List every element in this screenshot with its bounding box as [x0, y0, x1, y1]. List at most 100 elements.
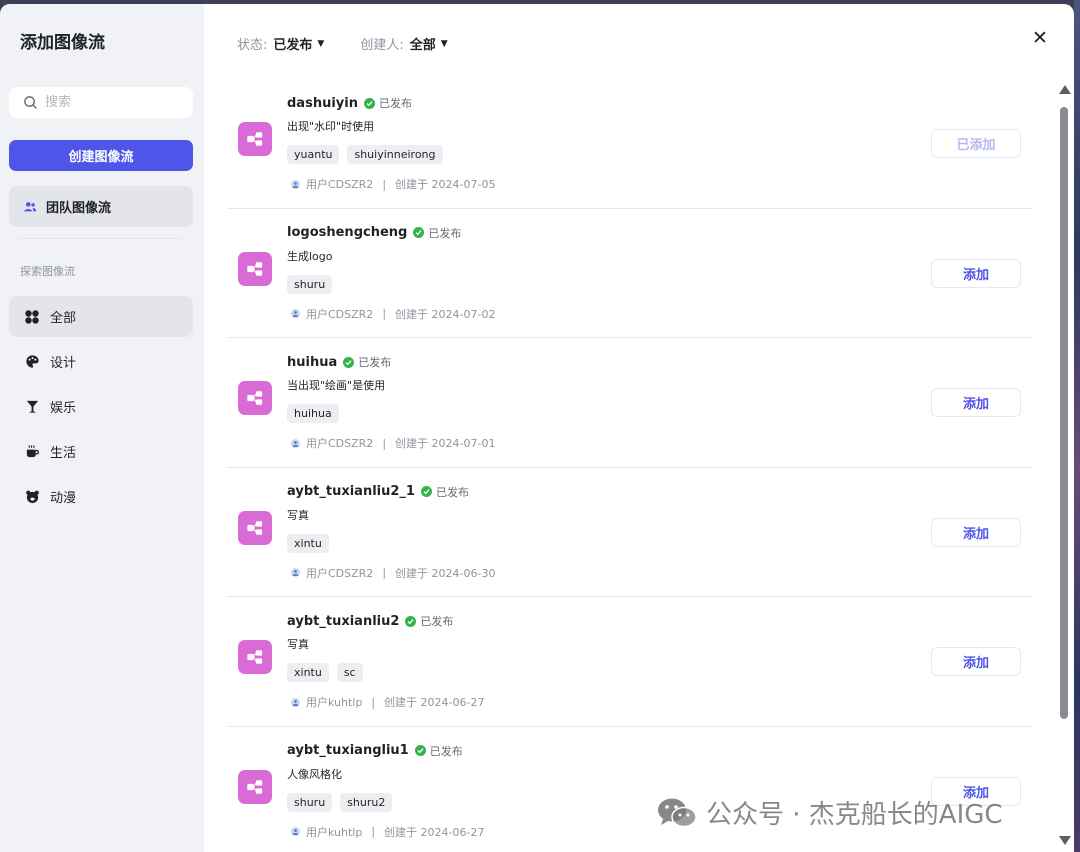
- flow-meta: 用户CDSZR2 | 创建于 2024-07-01: [291, 435, 495, 451]
- flow-meta: 用户CDSZR2 | 创建于 2024-07-02: [291, 306, 495, 322]
- sidebar-item-life[interactable]: 生活: [9, 431, 193, 472]
- creator-filter-value: 全部: [409, 38, 436, 53]
- flow-description: 出现"水印"时使用: [287, 120, 375, 133]
- flow-name-row: huihua 已发布: [287, 354, 391, 370]
- published-status: 已发布: [343, 354, 391, 370]
- add-button[interactable]: 添加: [931, 388, 1021, 417]
- tag: huihua: [287, 404, 339, 423]
- check-circle-icon: [413, 227, 425, 238]
- category-label: 娱乐: [50, 401, 77, 416]
- meta-separator: |: [382, 436, 387, 450]
- flow-description: 生成logo: [287, 249, 333, 263]
- tag: sc: [336, 663, 363, 682]
- flow-name-row: aybt_tuxiangliu1 已发布: [287, 743, 463, 759]
- created-date: 创建于 2024-07-02: [395, 307, 496, 321]
- caret-down-icon: ▼: [440, 38, 448, 49]
- team-flows-label: 团队图像流: [46, 201, 112, 216]
- search-box[interactable]: [9, 87, 193, 118]
- add-button[interactable]: 添加: [931, 258, 1021, 288]
- sidebar-item-design[interactable]: 设计: [9, 341, 193, 382]
- meta-separator: |: [382, 566, 387, 579]
- sidebar-divider: [20, 238, 182, 239]
- sidebar-item-entertainment[interactable]: 娱乐: [9, 386, 193, 427]
- published-status: 已发布: [363, 95, 412, 111]
- added-button[interactable]: 已添加: [931, 129, 1021, 158]
- watermark: 公众号 · 杰克船长的AIGC: [656, 794, 1003, 831]
- dialog-title: 添加图像流: [20, 33, 105, 53]
- flow-name: dashuiyin: [287, 95, 358, 111]
- flow-name: huihua: [287, 354, 338, 370]
- published-status: 已发布: [414, 743, 463, 759]
- check-circle-icon: [420, 486, 432, 497]
- status-text: 已发布: [420, 615, 454, 628]
- creator-name: 用户kuhtlp: [306, 825, 363, 839]
- check-circle-icon: [414, 745, 426, 756]
- filter-bar: 状态: 已发布 ▼ 创建人: 全部 ▼: [237, 34, 484, 53]
- meta-separator: |: [382, 307, 387, 320]
- tag-list: xintu sc: [287, 663, 371, 682]
- image-flow-icon: [238, 769, 272, 804]
- flow-name-row: aybt_tuxianliu2 已发布: [287, 613, 453, 629]
- tag: shuru: [287, 792, 333, 812]
- palette-icon: [24, 354, 40, 370]
- tag-list: xintu: [287, 533, 337, 553]
- grid-icon: [24, 309, 40, 325]
- image-flow-icon: [238, 251, 272, 286]
- flow-list-item: dashuiyin 已发布 出现"水印"时使用 yuantu shuiyinnei…: [227, 79, 1033, 209]
- flow-description: 写真: [287, 638, 309, 651]
- scroll-up-arrow-icon[interactable]: [1059, 85, 1071, 94]
- image-flow-list: dashuiyin 已发布 出现"水印"时使用 yuantu shuiyinnei…: [227, 79, 1033, 852]
- flow-list-item: aybt_tuxiangliu1 已发布 人像风格化 shuru shuru2 用…: [227, 727, 1033, 852]
- add-image-flow-dialog: 添加图像流 创建图像流 团队图像流 探索图像流: [0, 4, 1074, 852]
- flow-list-item: aybt_tuxianliu2 已发布 写真 xintu sc 用户kuhtlp …: [227, 597, 1033, 727]
- creator-filter-label: 创建人:: [360, 38, 404, 53]
- search-icon: [24, 96, 37, 109]
- creator-filter-dropdown[interactable]: 创建人: 全部 ▼: [360, 34, 447, 53]
- created-date: 创建于 2024-06-27: [384, 825, 485, 839]
- tag-list: huihua: [287, 404, 347, 423]
- published-status: 已发布: [413, 225, 461, 241]
- tag: xintu: [287, 533, 329, 553]
- add-button[interactable]: 添加: [931, 517, 1021, 547]
- creator-name: 用户CDSZR2: [306, 566, 374, 580]
- created-date: 创建于 2024-06-30: [395, 566, 496, 580]
- scroll-down-arrow-icon[interactable]: [1059, 836, 1071, 845]
- tag: shuiyinneirong: [347, 145, 443, 164]
- status-filter-label: 状态:: [237, 38, 268, 53]
- flow-description: 人像风格化: [287, 767, 342, 781]
- flow-name: aybt_tuxianliu2_1: [287, 484, 415, 499]
- create-image-flow-button[interactable]: 创建图像流: [9, 140, 193, 171]
- close-icon[interactable]: ✕: [1030, 27, 1050, 49]
- sidebar-item-anime[interactable]: 动漫: [9, 476, 193, 517]
- image-flow-icon: [238, 510, 272, 545]
- flow-name: logoshengcheng: [287, 225, 408, 240]
- caret-down-icon: ▼: [317, 38, 325, 49]
- sidebar-item-team-flows[interactable]: 团队图像流: [9, 186, 193, 227]
- scrollbar-thumb[interactable]: [1060, 107, 1068, 719]
- creator-name: 用户CDSZR2: [306, 178, 374, 191]
- tag-list: yuantu shuiyinneirong: [287, 145, 451, 164]
- status-filter-value: 已发布: [273, 38, 313, 53]
- add-button[interactable]: 添加: [931, 647, 1021, 676]
- status-text: 已发布: [428, 226, 462, 240]
- category-label: 全部: [50, 311, 77, 326]
- tag: xintu: [287, 663, 329, 682]
- scrollbar[interactable]: [1057, 79, 1071, 852]
- user-avatar-icon: [291, 568, 300, 577]
- bear-face-icon: [24, 489, 40, 505]
- image-flow-icon: [238, 381, 272, 415]
- status-filter-dropdown[interactable]: 状态: 已发布 ▼: [237, 34, 324, 53]
- published-status: 已发布: [420, 484, 469, 500]
- background-desktop: [1074, 0, 1080, 852]
- created-date: 创建于 2024-07-05: [395, 178, 496, 191]
- tag: yuantu: [287, 145, 340, 164]
- search-input[interactable]: [45, 95, 175, 110]
- meta-separator: |: [371, 695, 376, 709]
- watermark-text: 公众号 · 杰克船长的AIGC: [706, 800, 1003, 830]
- sidebar-item-all[interactable]: 全部: [9, 296, 193, 337]
- flow-meta: 用户kuhtlp | 创建于 2024-06-27: [291, 694, 484, 710]
- flow-list-item: logoshengcheng 已发布 生成logo shuru 用户CDSZR2…: [227, 209, 1033, 338]
- cocktail-icon: [24, 399, 40, 415]
- user-avatar-icon: [291, 179, 300, 189]
- flow-meta: 用户CDSZR2 | 创建于 2024-07-05: [291, 176, 495, 192]
